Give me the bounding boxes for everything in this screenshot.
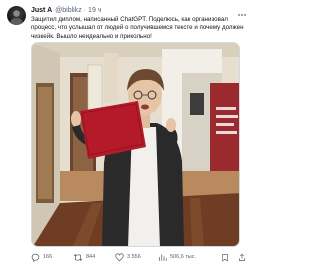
views-count: 506,6 тыс.	[170, 254, 197, 260]
tweet-photo[interactable]	[31, 42, 240, 247]
share-button[interactable]	[238, 253, 246, 262]
author-name[interactable]: Just A	[31, 5, 52, 16]
tweet-text-line: Защитил диплом, написанный ChatGPT. Поде…	[31, 16, 228, 23]
tweet-text-line: чизкейк. Вышло неидеально и прикольно!	[31, 32, 152, 40]
retweet-count: 844	[86, 254, 96, 260]
like-button[interactable]: 3 556	[115, 252, 158, 262]
separator-dot: ·	[83, 7, 87, 14]
tweet-header: Just A @biblikz · 19 ч	[31, 5, 101, 16]
bookmark-icon	[222, 253, 228, 261]
heart-icon	[115, 252, 124, 261]
retweet-button[interactable]: 844	[73, 253, 115, 262]
views-button[interactable]: 506,6 тыс.	[158, 253, 211, 262]
avatar[interactable]	[7, 6, 26, 25]
tweet-actions: 166 844 3 556 506,6 тыс.	[31, 251, 246, 263]
tweet[interactable]: Just A @biblikz · 19 ч Защитил диплом, н…	[0, 0, 256, 271]
views-chart-icon	[159, 254, 167, 261]
timestamp[interactable]: 19 ч	[88, 5, 101, 16]
share-icon	[239, 253, 245, 261]
retweet-icon	[73, 253, 83, 261]
tweet-text-line: процесс, что услышал от людей о получивш…	[31, 24, 244, 32]
tweet-text: Защитил диплом, написанный ChatGPT. Поде…	[31, 16, 249, 41]
author-handle[interactable]: @biblikz	[55, 5, 82, 16]
reply-button[interactable]: 166	[31, 253, 73, 262]
reply-count: 166	[43, 254, 53, 260]
reply-icon	[31, 253, 40, 262]
bookmark-button[interactable]	[221, 253, 232, 262]
like-count: 3 556	[127, 254, 141, 260]
more-dots-icon[interactable]	[237, 6, 247, 16]
